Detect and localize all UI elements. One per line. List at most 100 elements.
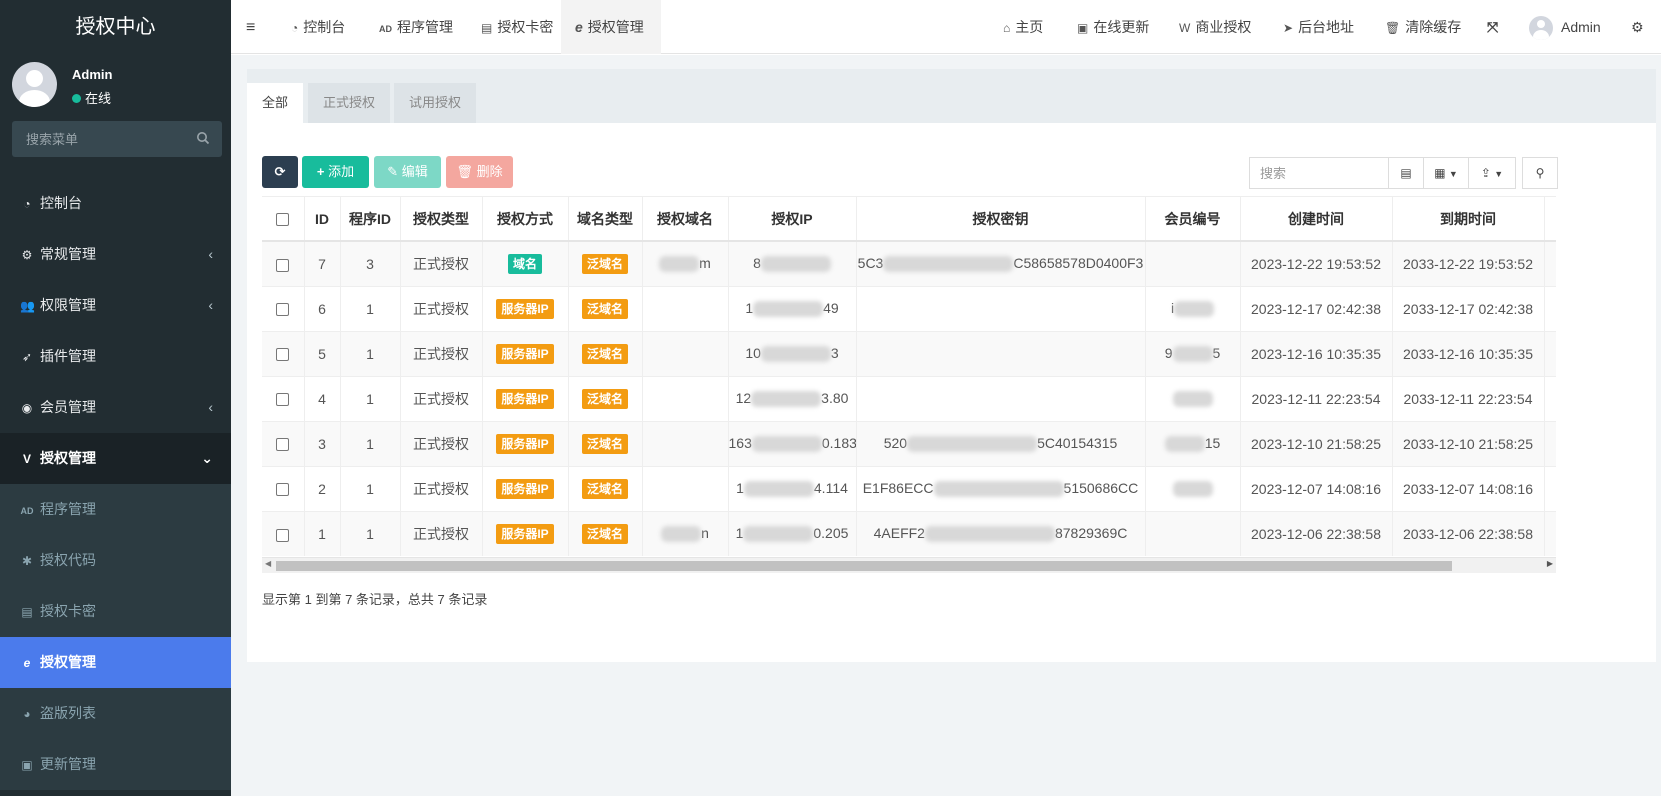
toggle-view-button[interactable]: ▤	[1388, 157, 1424, 189]
nav-home[interactable]: ⌂ 主页	[1003, 0, 1043, 54]
table-row[interactable]: 4 1 正式授权 服务器IP 泛域名 12 3.80 2023-12-11 22:23:54 2…	[262, 375, 1556, 421]
column-header[interactable]: 授权类型	[400, 197, 483, 242]
cell-domain-type: 泛域名	[568, 240, 643, 286]
select-all-checkbox[interactable]	[276, 213, 290, 227]
sidebar-item-members[interactable]: ◉ 会员管理 ‹	[0, 382, 231, 433]
table-row[interactable]: 3 1 正式授权 服务器IP 泛域名 163 0.183 520 5C40154315 15 202…	[262, 420, 1556, 466]
add-button[interactable]: + 添加	[302, 156, 369, 188]
settings-button[interactable]: ⚙	[1631, 0, 1644, 54]
column-header[interactable]: 授权域名	[642, 197, 729, 242]
column-header[interactable]: 域名类型	[568, 197, 643, 242]
tab-trial[interactable]: 试用授权	[394, 83, 477, 123]
nav-online-update[interactable]: ▣ 在线更新	[1077, 0, 1149, 54]
table-row[interactable]: 1 1 正式授权 服务器IP 泛域名 n 1 0.205 4AEFF2 87829369C 2023…	[262, 510, 1556, 556]
scroll-right-icon[interactable]: ▶	[1547, 559, 1553, 568]
cell-expires: 2033-12-07 14:08:16	[1392, 465, 1545, 511]
cell-key: 520 5C40154315	[856, 420, 1146, 466]
cell-program-id-value: 1	[366, 300, 374, 317]
sidebar-submenu: AD 程序管理 ✱ 授权代码 ▤ 授权卡密 e 授权管理 ◕ 盗版列表 ▣ 更新管理	[0, 484, 231, 790]
sidebar-item-general[interactable]: ⚙ 常规管理 ‹	[0, 229, 231, 280]
sidebar-item-plugins[interactable]: ➶ 插件管理	[0, 331, 231, 382]
sidebar-item-authorization[interactable]: V 授权管理 ⌄	[0, 433, 231, 484]
key-start: 5C3	[857, 255, 884, 272]
cell-created-value: 2023-12-07 14:08:16	[1251, 480, 1381, 497]
nav-admin-address[interactable]: ➤ 后台地址	[1283, 0, 1354, 54]
tab-formal[interactable]: 正式授权	[308, 83, 391, 123]
sidebar-item-label: 盗版列表	[40, 705, 96, 721]
export-icon: ⇪	[1480, 166, 1491, 180]
tab-all[interactable]: 全部	[247, 83, 304, 123]
sidebar-item-piracy-list[interactable]: ◕ 盗版列表	[0, 688, 231, 739]
cell-id: 1	[304, 510, 341, 556]
cell-program-id: 1	[340, 330, 401, 376]
row-checkbox[interactable]	[276, 348, 290, 362]
sidebar-item-auth-cards[interactable]: ▤ 授权卡密	[0, 586, 231, 637]
redacted-blur	[933, 481, 1064, 498]
cell-created-value: 2023-12-17 02:42:38	[1251, 300, 1381, 317]
tab-programs[interactable]: AD 程序管理	[365, 0, 467, 54]
table-row[interactable]: 5 1 正式授权 服务器IP 泛域名 10 3 9 5 2023-12-16 10:35:35 20…	[262, 330, 1556, 376]
row-checkbox[interactable]	[276, 258, 290, 272]
table-row[interactable]: 7 3 正式授权 域名 泛域名 m 8 5C3 C58658578D0400F3 2023-12-…	[262, 240, 1556, 286]
column-header[interactable]: 创建时间	[1240, 197, 1393, 242]
sidebar-item-auth-code[interactable]: ✱ 授权代码	[0, 535, 231, 586]
table-header-row: ID 程序ID 授权类型 授权方式 域名类型 授权域名 授权IP 授权密钥 会员…	[262, 197, 1556, 242]
menu-search-input[interactable]	[12, 121, 182, 157]
cogs-icon: ⚙	[21, 248, 33, 262]
column-header[interactable]: ID	[304, 197, 341, 242]
sidebar-item-permission[interactable]: 👥 权限管理 ‹	[0, 280, 231, 331]
main-panel: 全部 正式授权 试用授权 ⟳ + 添加 ✎ 编辑 🗑 删除 ▤ ▦ ▼ ⇪ ▼ …	[247, 69, 1656, 662]
tab-dashboard[interactable]: ◔ 控制台	[277, 0, 359, 54]
cell-program-id-value: 1	[366, 525, 374, 542]
tab-auth-cards[interactable]: ▤ 授权卡密	[467, 0, 567, 54]
edit-button[interactable]: ✎ 编辑	[374, 156, 441, 188]
sidebar-item-programs[interactable]: AD 程序管理	[0, 484, 231, 535]
tab-auth-manage[interactable]: e 授权管理	[561, 0, 661, 54]
scroll-left-icon[interactable]: ◀	[265, 559, 271, 568]
cell-ip: 1 0.205	[728, 510, 857, 556]
search-icon[interactable]	[196, 131, 210, 145]
admin-user-menu[interactable]: Admin	[1529, 0, 1601, 54]
auth-method-badge: 服务器IP	[496, 523, 554, 544]
sidebar-toggle-button[interactable]: ≡	[246, 0, 255, 54]
dashboard-icon: ◔	[291, 21, 299, 35]
brand-title[interactable]: 授权中心	[0, 0, 231, 54]
column-header[interactable]: 会员编号	[1145, 197, 1241, 242]
horizontal-scrollbar[interactable]: ◀ ▶	[262, 557, 1556, 573]
sidebar-item-label: 插件管理	[40, 348, 96, 364]
cell-created-value: 2023-12-06 22:38:58	[1251, 525, 1381, 542]
sidebar-search	[12, 121, 222, 157]
cell-created: 2023-12-06 22:38:58	[1240, 510, 1393, 556]
sidebar-item-auth-manage[interactable]: e 授权管理	[0, 637, 231, 688]
nav-commercial-license[interactable]: W 商业授权	[1179, 0, 1251, 54]
table-row[interactable]: 6 1 正式授权 服务器IP 泛域名 1 49 i 2023-12-17 02:42:38 203…	[262, 285, 1556, 331]
row-checkbox[interactable]	[276, 483, 290, 497]
row-checkbox[interactable]	[276, 303, 290, 317]
columns-button[interactable]: ▦ ▼	[1423, 157, 1469, 189]
avatar	[12, 62, 57, 107]
column-header[interactable]: 程序ID	[340, 197, 401, 242]
sidebar-item-updates[interactable]: ▣ 更新管理	[0, 739, 231, 790]
scrollbar-thumb[interactable]	[276, 561, 1452, 571]
delete-button[interactable]: 🗑 删除	[446, 156, 513, 188]
row-checkbox[interactable]	[276, 438, 290, 452]
export-button[interactable]: ⇪ ▼	[1468, 157, 1516, 189]
column-header[interactable]: 授权密钥	[856, 197, 1146, 242]
column-header[interactable]: 授权方式	[482, 197, 569, 242]
nav-clear-cache[interactable]: 🗑 清除缓存	[1385, 0, 1461, 54]
refresh-button[interactable]: ⟳	[262, 156, 298, 188]
cell-id: 2	[304, 465, 341, 511]
cell-auth-type-value: 正式授权	[413, 480, 469, 497]
row-checkbox[interactable]	[276, 393, 290, 407]
cell-auth-type-value: 正式授权	[413, 255, 469, 272]
column-header[interactable]: 到期时间	[1392, 197, 1545, 242]
cell-expires: 2033-12-22 19:53:52	[1392, 240, 1545, 286]
sidebar-item-dashboard[interactable]: ◔ 控制台	[0, 178, 231, 229]
common-search-button[interactable]: ⚲	[1522, 157, 1558, 189]
ip-end: 0.205	[813, 525, 849, 542]
row-checkbox[interactable]	[276, 528, 290, 542]
auth-method-badge: 服务器IP	[496, 388, 554, 409]
column-header[interactable]: 授权IP	[728, 197, 857, 242]
fullscreen-button[interactable]: ⤧	[1487, 0, 1498, 54]
table-row[interactable]: 2 1 正式授权 服务器IP 泛域名 1 4.114 E1F86ECC 5150686CC 202…	[262, 465, 1556, 511]
